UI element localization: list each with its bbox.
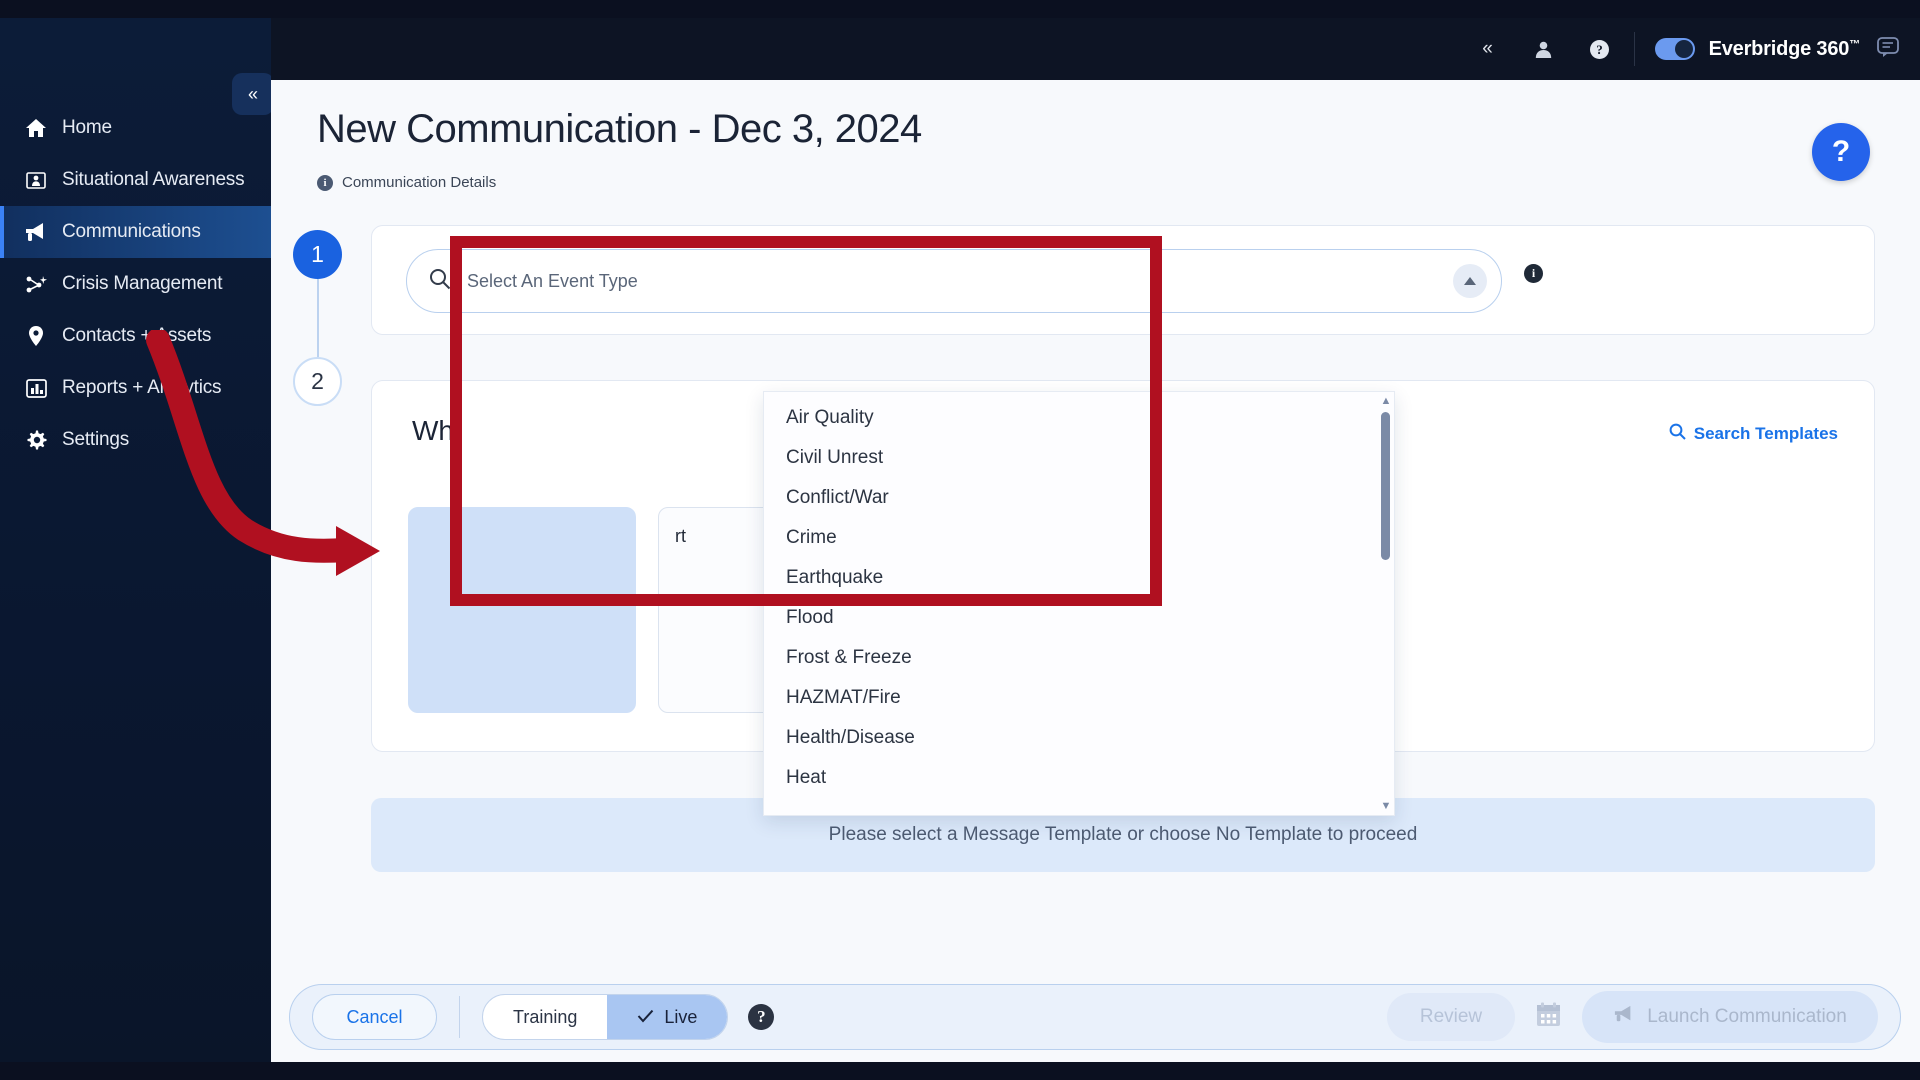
sidebar-item-communications[interactable]: Communications — [0, 206, 271, 258]
event-type-option[interactable]: Health/Disease — [764, 718, 1394, 758]
bottom-bar-right-actions: Review Launch Communication — [1387, 991, 1878, 1043]
sidebar-item-crisis-management[interactable]: Crisis Management — [0, 258, 271, 310]
top-header: everbridge ™ « ? Everbridge 360™ — [0, 18, 1920, 80]
sidebar-item-reports-analytics[interactable]: Reports + Analytics — [0, 362, 271, 414]
crisis-network-icon — [16, 273, 56, 295]
sidebar-nav: « Home Situational Awareness Communicati… — [0, 18, 271, 1062]
launch-communication-label: Launch Communication — [1647, 1006, 1847, 1027]
step-indicator: 1 2 — [293, 230, 373, 406]
location-pin-icon — [16, 325, 56, 347]
page-subtitle: Communication Details — [342, 174, 497, 191]
sidebar-item-label: Communications — [62, 221, 201, 242]
event-type-option[interactable]: Heat — [764, 758, 1394, 798]
sidebar-item-label: Settings — [62, 429, 130, 450]
help-circle-icon[interactable]: ? — [1572, 39, 1628, 60]
step-connector-line — [317, 279, 319, 357]
sidebar-item-label: Crisis Management — [62, 273, 223, 294]
search-templates-link[interactable]: Search Templates — [1669, 423, 1838, 445]
everbridge-360-text: Everbridge 360 — [1708, 37, 1850, 60]
chevron-up-icon[interactable] — [1453, 264, 1487, 298]
mode-live-label: Live — [664, 1006, 698, 1027]
megaphone-icon — [16, 221, 56, 243]
launch-communication-button[interactable]: Launch Communication — [1582, 991, 1878, 1043]
sidebar-item-label: Reports + Analytics — [62, 377, 222, 398]
template-column — [408, 481, 636, 713]
bar-chart-icon — [16, 378, 56, 399]
everbridge-360-label: Everbridge 360™ — [1708, 37, 1861, 61]
mode-option-training[interactable]: Training — [483, 995, 607, 1039]
home-icon — [16, 117, 56, 139]
app-root: everbridge ™ « ? Everbridge 360™ — [0, 0, 1920, 1080]
megaphone-icon — [1613, 1004, 1635, 1030]
search-icon — [429, 268, 451, 295]
sidebar-item-label: Contacts + Assets — [62, 325, 212, 346]
communication-details-row: i Communication Details — [317, 174, 496, 191]
template-question-heading: Whi — [412, 415, 461, 446]
sidebar-item-home[interactable]: Home — [0, 102, 271, 154]
calendar-icon[interactable] — [1535, 1001, 1562, 1033]
everbridge-360-switch[interactable] — [1654, 38, 1695, 60]
mode-segmented-control: Training Live — [482, 994, 729, 1040]
sidebar-item-label: Situational Awareness — [62, 169, 245, 190]
template-card-title: rt — [675, 526, 686, 546]
event-type-option[interactable]: Air Quality — [764, 398, 1394, 438]
user-icon[interactable] — [1516, 40, 1572, 59]
cancel-button[interactable]: Cancel — [312, 994, 437, 1040]
sidebar-item-contacts-assets[interactable]: Contacts + Assets — [0, 310, 271, 362]
event-type-option[interactable]: Civil Unrest — [764, 438, 1394, 478]
step-2-circle[interactable]: 2 — [293, 357, 342, 406]
svg-text:?: ? — [1596, 42, 1603, 57]
sidebar-collapse-button[interactable]: « — [232, 73, 271, 115]
everbridge-360-toggle-group[interactable]: Everbridge 360™ — [1641, 38, 1860, 61]
mode-help-icon[interactable]: ? — [748, 1004, 775, 1030]
dropdown-scrollbar[interactable]: ▲ ▼ — [1378, 392, 1394, 815]
event-type-placeholder: Select An Event Type — [467, 270, 638, 291]
search-icon — [1669, 423, 1686, 445]
triangle-up-icon[interactable]: ▲ — [1380, 394, 1392, 408]
bottom-action-bar: Cancel Training Live ? Review Launch Com… — [289, 984, 1901, 1050]
event-type-card: Select An Event Type i — [371, 225, 1875, 335]
review-button[interactable]: Review — [1387, 993, 1515, 1041]
everbridge-360-tm: ™ — [1849, 37, 1860, 50]
event-type-option[interactable]: Crime — [764, 518, 1394, 558]
sidebar-item-settings[interactable]: Settings — [0, 414, 271, 466]
event-type-select[interactable]: Select An Event Type — [406, 249, 1502, 313]
header-divider — [1633, 32, 1635, 66]
page-title: New Communication - Dec 3, 2024 — [317, 107, 922, 151]
collapse-panel-icon[interactable]: « — [1460, 38, 1516, 60]
help-fab-button[interactable]: ? — [1812, 123, 1870, 181]
gear-icon — [16, 429, 56, 451]
event-type-option[interactable]: HAZMAT/Fire — [764, 678, 1394, 718]
event-type-option[interactable]: Earthquake — [764, 558, 1394, 598]
bottom-bar-divider — [459, 996, 460, 1038]
mode-option-live[interactable]: Live — [607, 995, 728, 1039]
search-templates-label: Search Templates — [1693, 424, 1838, 443]
mode-training-label: Training — [513, 1006, 578, 1027]
template-notice-text: Please select a Message Template or choo… — [828, 824, 1418, 845]
sidebar-item-situational-awareness[interactable]: Situational Awareness — [0, 154, 271, 206]
info-icon: i — [317, 174, 333, 191]
event-type-option-list: Air Quality Civil Unrest Conflict/War Cr… — [764, 392, 1394, 798]
template-caption — [408, 481, 636, 499]
sidebar-item-label: Home — [62, 117, 112, 138]
step-1-circle[interactable]: 1 — [293, 230, 342, 279]
triangle-down-icon[interactable]: ▼ — [1380, 799, 1392, 813]
event-type-option[interactable]: Frost & Freeze — [764, 638, 1394, 678]
check-icon — [637, 1007, 654, 1028]
event-type-option[interactable]: Conflict/War — [764, 478, 1394, 518]
chat-bubble-icon[interactable] — [1876, 35, 1900, 64]
main-content: New Communication - Dec 3, 2024 i Commun… — [271, 80, 1920, 1062]
scrollbar-thumb[interactable] — [1381, 412, 1390, 560]
top-header-actions: « ? Everbridge 360™ — [1460, 18, 1920, 80]
map-pin-person-icon — [16, 169, 56, 191]
event-type-option[interactable]: Flood — [764, 598, 1394, 638]
template-card[interactable] — [408, 507, 636, 713]
event-type-dropdown[interactable]: Air Quality Civil Unrest Conflict/War Cr… — [763, 391, 1395, 816]
event-type-info-icon[interactable]: i — [1524, 264, 1543, 283]
